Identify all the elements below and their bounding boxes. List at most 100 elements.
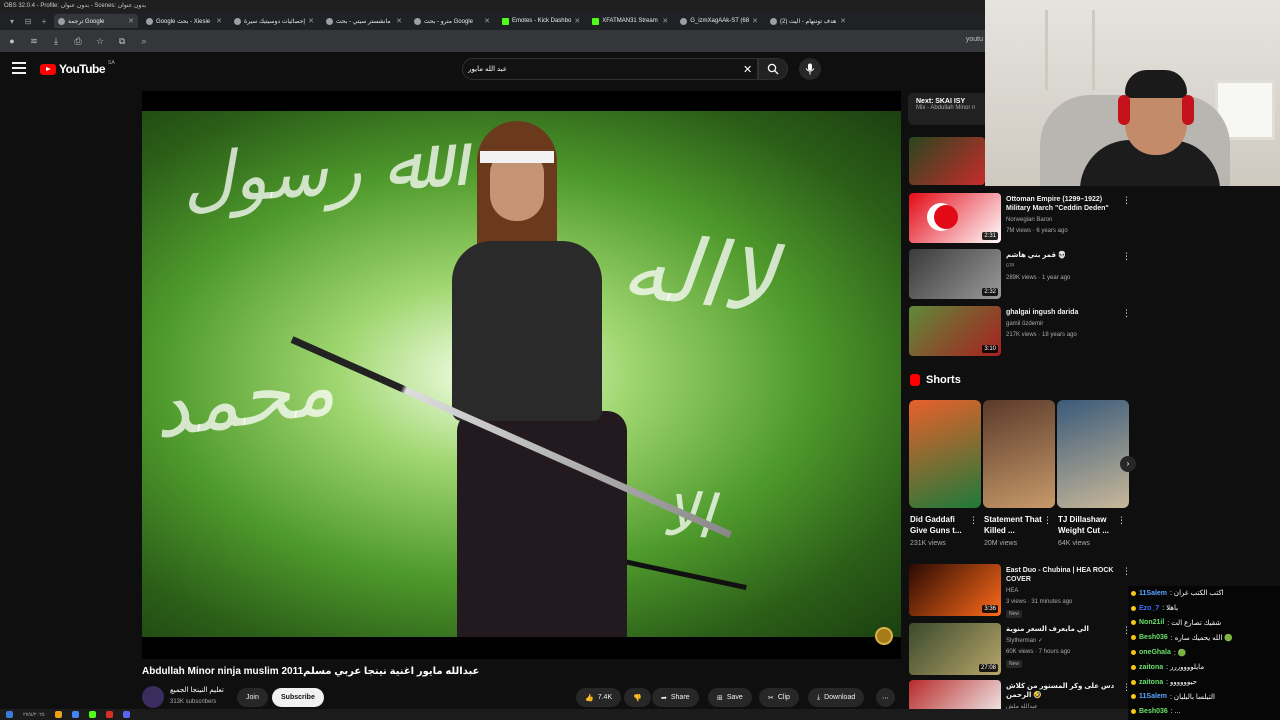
browser-tab[interactable]: مانشستر سيتي - بحث ✕ <box>322 14 406 28</box>
chat-username[interactable]: zaitona <box>1139 679 1163 686</box>
chat-badge-icon <box>1131 635 1136 641</box>
channel-name[interactable]: تعليم النينجا الجميع <box>170 686 224 694</box>
subscribe-button[interactable]: Subscribe <box>272 688 324 707</box>
browser-tab[interactable]: ترجمة Google ✕ <box>54 14 138 28</box>
share-button[interactable]: ➦ Share <box>652 688 699 707</box>
browser-tab[interactable]: مترو - بحث Google ✕ <box>410 14 494 28</box>
kick-icon[interactable] <box>88 711 96 718</box>
tab-close-icon[interactable]: ✕ <box>216 17 222 25</box>
more-options-icon[interactable]: ⋮ <box>1117 515 1126 526</box>
chat-username[interactable]: 11Salem <box>1139 693 1167 700</box>
related-channel[interactable]: Norwegian Baron <box>1006 215 1052 226</box>
related-title[interactable]: دس على وكر المستور من كلاش الرحمن 🤣 <box>1006 682 1116 700</box>
search-input[interactable]: عبد الله مايور ✕ <box>462 58 758 80</box>
browser-tab[interactable]: Emotes - Kick Dashbo ✕ <box>498 14 584 28</box>
new-tab-icon[interactable]: + <box>38 17 50 26</box>
search-button[interactable] <box>758 58 788 80</box>
windows-icon[interactable] <box>6 711 13 718</box>
related-thumbnail[interactable]: 2:31 <box>909 193 1001 243</box>
related-thumbnail[interactable] <box>909 137 985 185</box>
extensions-icon[interactable]: ≋ <box>28 36 40 47</box>
address-bar[interactable]: youtu <box>966 36 983 43</box>
tab-close-icon[interactable]: ✕ <box>574 17 580 25</box>
tab-close-icon[interactable]: ✕ <box>308 17 314 25</box>
channel-avatar[interactable] <box>142 686 164 708</box>
browser-tab[interactable]: إحصائيات دوسيتيك سيرة ✕ <box>230 14 318 28</box>
more-options-icon[interactable]: ⋮ <box>1122 566 1131 577</box>
download-button[interactable]: ⤓ Download <box>808 688 865 707</box>
browser-tab[interactable]: Google بحث - Xiesie ✕ <box>142 14 226 28</box>
profile-icon[interactable]: ● <box>6 36 18 46</box>
clip-button[interactable]: ✂ Clip <box>759 688 799 707</box>
related-channel[interactable]: ᴳᵀᴿ <box>1006 262 1014 273</box>
save-button[interactable]: ⊞ Save <box>708 688 752 707</box>
tab-close-icon[interactable]: ✕ <box>484 17 490 25</box>
related-title[interactable]: ghalgai ingush darida <box>1006 308 1116 317</box>
voice-search-button[interactable] <box>799 58 821 80</box>
more-options-icon[interactable]: ⋮ <box>1122 251 1131 262</box>
tab-close-icon[interactable]: ✕ <box>396 17 402 25</box>
more-options-icon[interactable]: ⋮ <box>1122 308 1131 319</box>
chat-badge-icon <box>1131 679 1136 685</box>
chat-username[interactable]: Non21il <box>1139 619 1164 626</box>
related-channel[interactable]: Slytherman ✓ <box>1006 636 1043 647</box>
tab-close-icon[interactable]: ✕ <box>840 17 846 25</box>
short-thumbnail[interactable] <box>983 400 1055 508</box>
dislike-button[interactable]: 👎 <box>624 688 651 707</box>
install-icon[interactable]: ⧉ <box>116 36 128 47</box>
short-thumbnail[interactable] <box>909 400 981 508</box>
more-options-icon[interactable]: ⋮ <box>1122 195 1131 206</box>
short-title[interactable]: Statement That Killed ... <box>984 514 1044 536</box>
related-thumbnail[interactable]: 3:36 <box>909 564 1001 616</box>
more-options-icon[interactable]: ⋮ <box>969 515 978 526</box>
chat-username[interactable]: Ezo_7 <box>1139 605 1159 612</box>
shorts-next-button[interactable]: › <box>1120 456 1136 472</box>
related-thumbnail[interactable]: 27:08 <box>909 623 1001 675</box>
related-title[interactable]: Ottoman Empire (1299–1922) Military Marc… <box>1006 195 1116 213</box>
related-channel[interactable]: HEA <box>1006 586 1018 597</box>
related-title[interactable]: East Duo - Chubina | HEA ROCK COVER <box>1006 566 1116 584</box>
related-title[interactable]: الي مايعرف السعر منوية <box>1006 625 1116 634</box>
discord-icon[interactable] <box>122 711 130 718</box>
obs-icon[interactable] <box>105 711 113 718</box>
more-actions-button[interactable]: ⋯ <box>876 688 895 707</box>
chat-username[interactable]: zaitona <box>1139 664 1163 671</box>
next-up-card[interactable]: Next: SKAI ISY Mix - Abdullah Minor n <box>908 93 985 125</box>
related-title[interactable]: قمر بني هاشم 💀 <box>1006 251 1116 260</box>
clear-icon[interactable]: ✕ <box>743 63 752 76</box>
tab-menu-icon[interactable]: ▾ <box>6 17 18 26</box>
tab-close-icon[interactable]: ✕ <box>128 17 134 25</box>
browser-tab[interactable]: G_izmXagAAk-ST (68 ✕ <box>676 14 762 28</box>
short-title[interactable]: Did Gaddafi Give Guns t... <box>910 514 970 536</box>
share-icon[interactable]: ⎙ <box>72 36 84 47</box>
video-duration: 2:32 <box>982 288 998 296</box>
folder-icon[interactable] <box>54 711 62 718</box>
chat-text: : الله يحميك ساره 🟢 <box>1170 634 1233 642</box>
tab-search-icon[interactable]: ⊟ <box>22 17 34 26</box>
video-player[interactable]: ﷲ ﺭﺳﻮﻝ ﻻﺍﻟﻪ ﻣﺤﻤﺪ ﺍﻻ <box>142 91 901 659</box>
chat-username[interactable]: Besh036 <box>1139 634 1168 641</box>
youtube-logo[interactable]: YouTube SA <box>40 60 115 76</box>
related-channel[interactable]: gamil özdemir <box>1006 319 1043 330</box>
browser-tab[interactable]: XFATMAN31 Stream ✕ <box>588 14 672 28</box>
short-title[interactable]: TJ Dillashaw Weight Cut ... <box>1058 514 1118 536</box>
join-button[interactable]: Join <box>237 688 268 707</box>
menu-icon[interactable] <box>12 62 26 74</box>
chat-username[interactable]: oneGhala <box>1139 649 1171 656</box>
browser-tab[interactable]: (2) هدف توتنهام - اليت ✕ <box>766 14 850 28</box>
related-thumbnail[interactable]: 3:10 <box>909 306 1001 356</box>
tab-close-icon[interactable]: ✕ <box>752 17 758 25</box>
related-thumbnail[interactable]: 2:32 <box>909 249 1001 299</box>
zoom-icon[interactable]: ⌕ <box>138 36 150 47</box>
channel-watermark-icon[interactable] <box>875 627 893 645</box>
download-icon[interactable]: ⤓ <box>50 36 62 47</box>
chat-username[interactable]: 11Salem <box>1139 590 1167 597</box>
chat-username[interactable]: Besh036 <box>1139 708 1168 715</box>
short-thumbnail[interactable] <box>1057 400 1129 508</box>
tab-favicon-icon <box>592 17 600 25</box>
chrome-icon[interactable] <box>71 711 79 718</box>
tab-close-icon[interactable]: ✕ <box>662 17 668 25</box>
bookmark-icon[interactable]: ☆ <box>94 36 106 47</box>
more-options-icon[interactable]: ⋮ <box>1043 515 1052 526</box>
like-button[interactable]: 👍 7.4K <box>576 688 622 707</box>
